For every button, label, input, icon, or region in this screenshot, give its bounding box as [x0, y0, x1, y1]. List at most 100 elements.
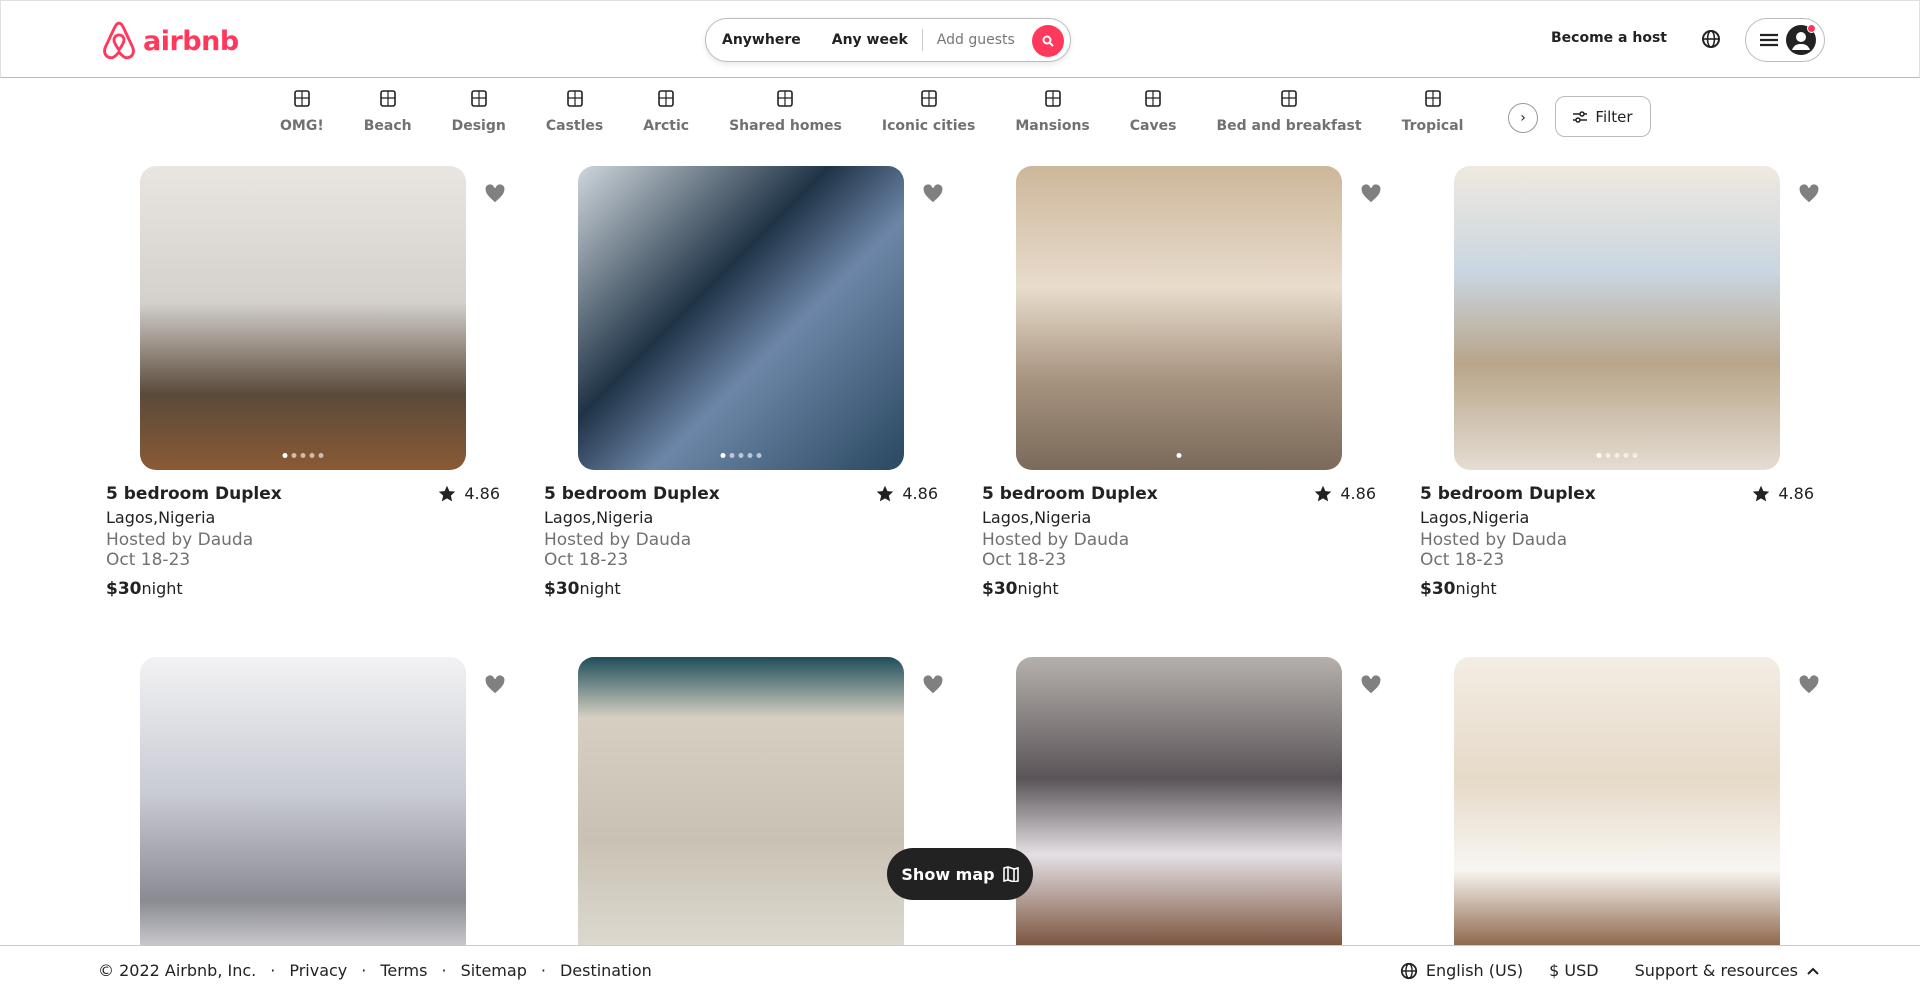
listing-rating: 4.86 — [876, 484, 938, 503]
category-shared-homes[interactable]: Shared homes — [729, 86, 842, 134]
category-beach[interactable]: Beach — [364, 86, 412, 134]
listing-dates: Oct 18-23 — [1420, 550, 1505, 570]
heart-icon[interactable] — [484, 184, 506, 204]
search-icon — [1042, 35, 1054, 47]
sliders-icon — [1573, 110, 1588, 123]
divider — [921, 29, 923, 51]
show-map-button[interactable]: Show map — [887, 848, 1033, 900]
listing-photo[interactable] — [578, 657, 904, 961]
search-bar[interactable]: Anywhere Any week Add guests — [705, 18, 1071, 62]
heart-icon[interactable] — [1360, 675, 1382, 695]
category-arctic[interactable]: Arctic — [643, 86, 689, 134]
heart-icon[interactable] — [1360, 184, 1382, 204]
mansion-icon — [1044, 90, 1061, 107]
search-any-week[interactable]: Any week — [832, 32, 908, 48]
listing-info: 5 bedroom Duplex 4.86 Lagos,Nigeria Hosted … — [1420, 484, 1814, 599]
category-label: Beach — [363, 118, 412, 134]
category-caves[interactable]: Caves — [1130, 86, 1176, 134]
footer-link-destination[interactable]: Destination — [560, 961, 652, 980]
category-mansions[interactable]: Mansions — [1015, 86, 1090, 134]
category-label: Tropical — [1401, 118, 1464, 134]
currency-selector[interactable]: $ USD — [1549, 961, 1598, 980]
listing-photo[interactable] — [140, 657, 466, 961]
listing-photo[interactable] — [140, 166, 466, 470]
map-icon — [1002, 866, 1019, 882]
star-icon — [439, 485, 456, 501]
carousel-dots[interactable] — [1176, 453, 1182, 458]
palm-icon — [1424, 90, 1441, 107]
filter-label: Filter — [1595, 107, 1633, 126]
category-omg[interactable]: OMG! — [280, 86, 324, 134]
rating-value: 4.86 — [1778, 484, 1814, 503]
carousel-dots[interactable] — [1596, 453, 1638, 458]
coffee-icon — [1281, 90, 1297, 107]
hamburger-icon — [1760, 33, 1778, 47]
umbrella-icon — [379, 90, 396, 107]
listing-photo[interactable] — [578, 166, 904, 470]
star-icon — [1315, 485, 1332, 501]
listing-info: 5 bedroom Duplex 4.86 Lagos,Nigeria Hosted … — [982, 484, 1376, 599]
user-menu-button[interactable] — [1745, 18, 1825, 62]
listing-price: $30night — [1420, 579, 1814, 599]
price-amount: $30 — [1420, 579, 1456, 599]
price-amount: $30 — [106, 579, 142, 599]
airbnb-logo[interactable]: airbnb — [101, 21, 239, 61]
heart-icon[interactable] — [484, 675, 506, 695]
language-selector[interactable]: English (US) — [1426, 961, 1523, 980]
become-host-link[interactable]: Become a host — [1551, 30, 1667, 46]
airbnb-logo-icon — [103, 21, 135, 60]
globe-icon — [1400, 962, 1417, 979]
search-anywhere[interactable]: Anywhere — [722, 32, 801, 48]
listing-location: Lagos,Nigeria — [106, 508, 216, 527]
notification-dot — [1807, 24, 1816, 33]
heart-icon[interactable] — [1798, 184, 1820, 204]
search-add-guests[interactable]: Add guests — [937, 32, 1015, 48]
category-design[interactable]: Design — [452, 86, 506, 134]
listing-dates: Oct 18-23 — [544, 550, 629, 570]
listing-location: Lagos,Nigeria — [1420, 508, 1530, 527]
heart-icon[interactable] — [1798, 675, 1820, 695]
listing-host: Hosted by Dauda — [106, 530, 254, 550]
footer: © 2022 Airbnb, Inc. · Privacy · Terms · Sit… — [0, 945, 1920, 994]
listing-photo[interactable] — [1016, 657, 1342, 961]
footer-link-terms[interactable]: Terms — [380, 961, 427, 980]
listing-price: $30night — [106, 579, 500, 599]
listing-photo[interactable] — [1016, 166, 1342, 470]
search-button[interactable] — [1032, 25, 1064, 57]
globe-icon[interactable] — [1701, 29, 1721, 53]
category-label: Design — [451, 118, 506, 134]
top-navbar: airbnb Anywhere Any week Add guests Beco… — [0, 0, 1920, 78]
heart-icon[interactable] — [922, 675, 944, 695]
listing-location: Lagos,Nigeria — [982, 508, 1092, 527]
listing-price: $30night — [982, 579, 1376, 599]
footer-link-sitemap[interactable]: Sitemap — [461, 961, 527, 980]
castle-icon — [566, 90, 583, 107]
listing-price: $30night — [544, 579, 938, 599]
listing-location: Lagos,Nigeria — [544, 508, 654, 527]
support-resources-button[interactable]: Support & resources — [1635, 961, 1798, 980]
listing-photo[interactable] — [1454, 657, 1780, 961]
category-iconic-cities[interactable]: Iconic cities — [882, 86, 975, 134]
price-amount: $30 — [982, 579, 1018, 599]
category-label: Castles — [545, 118, 604, 134]
category-label: Iconic cities — [881, 118, 976, 134]
footer-link-privacy[interactable]: Privacy — [289, 961, 347, 980]
listing-photo[interactable] — [1454, 166, 1780, 470]
category-castles[interactable]: Castles — [546, 86, 603, 134]
listing-rating: 4.86 — [1314, 484, 1376, 503]
rating-value: 4.86 — [1340, 484, 1376, 503]
house-icon — [777, 90, 794, 107]
category-label: Bed and breakfast — [1216, 118, 1362, 134]
heart-icon[interactable] — [922, 184, 944, 204]
carousel-dots[interactable] — [282, 453, 324, 458]
categories-next-button[interactable]: › — [1508, 103, 1538, 133]
category-bed-and-breakfast[interactable]: Bed and breakfast — [1216, 86, 1362, 134]
carousel-dots[interactable] — [720, 453, 762, 458]
category-tropical[interactable]: Tropical — [1401, 86, 1464, 134]
filter-button[interactable]: Filter — [1555, 96, 1651, 137]
price-unit: night — [1017, 579, 1059, 598]
listing-dates: Oct 18-23 — [982, 550, 1067, 570]
category-label: Mansions — [1015, 118, 1090, 134]
price-unit: night — [579, 579, 621, 598]
snowflake-icon — [658, 90, 674, 107]
